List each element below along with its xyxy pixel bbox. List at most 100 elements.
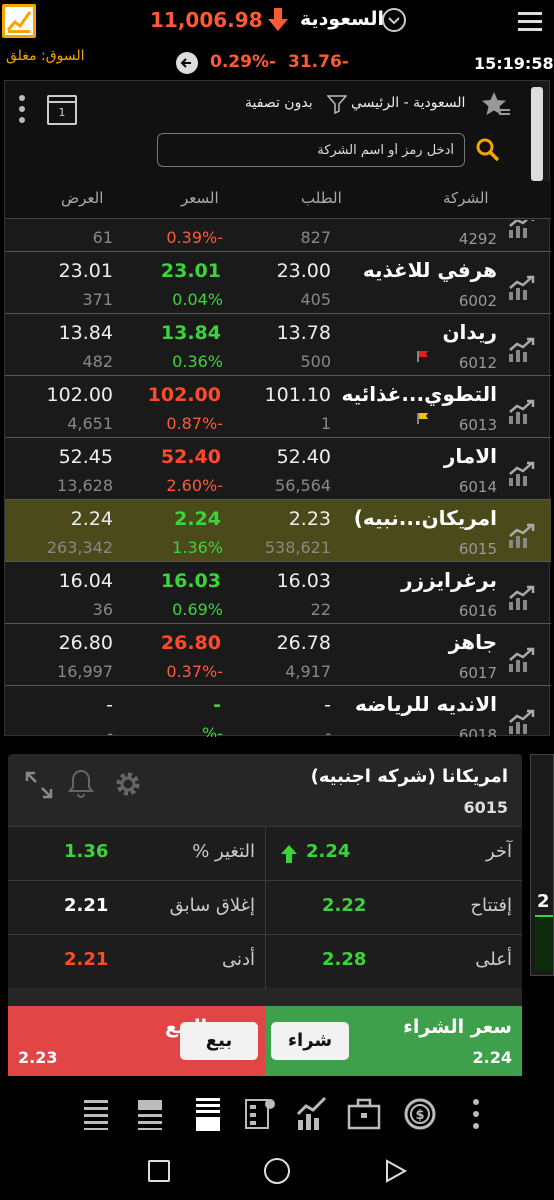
chart-trend-icon[interactable] [507, 522, 535, 550]
table-row[interactable]: 2.24 2.24 2.23 263,342 1.36% 538,621 امريكان..… [5, 500, 551, 562]
list-icon[interactable] [78, 1094, 114, 1134]
chart-trend-icon[interactable] [507, 708, 535, 736]
expand-icon[interactable] [24, 770, 54, 800]
last-price: - [213, 694, 221, 716]
company-name: التطوي...غذائيه [341, 382, 497, 406]
table-row[interactable]: 61 0.39%- 827 4292 [5, 220, 551, 252]
mini-chart [535, 915, 553, 971]
table-row[interactable]: 16.04 16.03 16.03 36 0.69% 22 برغرايززر 6016 [5, 562, 551, 624]
flag-icon [417, 351, 428, 362]
header-ask[interactable]: العرض [61, 189, 103, 207]
menu-icon[interactable] [518, 12, 542, 34]
bell-icon[interactable] [66, 768, 96, 800]
chart-trend-icon[interactable] [507, 336, 535, 364]
stat-label: إفتتاح [470, 895, 512, 916]
chart-trend-icon[interactable] [507, 646, 535, 674]
search-field[interactable] [157, 133, 465, 167]
market-name[interactable]: السعودية [300, 8, 384, 30]
svg-text:$: $ [415, 1108, 424, 1123]
stat-value: 2.21 [64, 949, 109, 970]
buy-button[interactable]: شراء [271, 1022, 349, 1060]
column-headers: الشركة الطلب السعر العرض [5, 181, 551, 219]
watchlist-name[interactable]: السعودية - الرئيسي [351, 95, 465, 111]
company-name: امريكان...نبيه) [353, 506, 497, 530]
table-row[interactable]: 102.00 102.00 101.10 4,651 0.87%- 1 التطوي...غ… [5, 376, 551, 438]
header-price[interactable]: السعر [181, 189, 219, 207]
favorites-star-icon[interactable] [481, 91, 511, 119]
stat-label: إغلاق سابق [169, 895, 255, 916]
sell-button[interactable]: بيع [180, 1022, 258, 1060]
money-cycle-icon[interactable]: $ [402, 1094, 438, 1134]
table-row[interactable]: - - - - %- - الانديه للرياضه 6018 [5, 686, 551, 737]
buy-panel: سعر الشراء 2.24 شراء [265, 1006, 522, 1076]
detail-list-icon[interactable] [190, 1094, 226, 1134]
ask-quantity: 16,997 [57, 662, 113, 681]
chart-trend-icon[interactable] [507, 584, 535, 612]
company-symbol: 6002 [458, 292, 497, 310]
company-name: الانديه للرياضه [354, 692, 497, 716]
app-logo-icon[interactable] [2, 4, 36, 38]
index-change-percent: 0.29%- [210, 52, 277, 72]
chart-trend-icon[interactable] [507, 274, 535, 302]
change-percent: 2.60%- [166, 476, 223, 495]
stat-label: أدنى [221, 949, 255, 970]
filter-label[interactable]: بدون تصفية [245, 95, 313, 111]
side-chart-tab[interactable]: 2 [530, 754, 554, 976]
compact-list-icon[interactable] [132, 1094, 168, 1134]
chart-trend-icon[interactable] [507, 398, 535, 426]
ask-quantity: 263,342 [46, 538, 113, 557]
chart-trend-icon[interactable] [507, 460, 535, 488]
stat-row: أعلى 2.28 أدنى 2.21 [8, 934, 522, 989]
sell-panel: سعر البيع 2.23 بيع [8, 1006, 265, 1076]
watchlist-header: 1 بدون تصفية السعودية - الرئيسي [5, 81, 543, 181]
arrow-up-icon [281, 845, 297, 863]
index-change-value: 31.76- [288, 52, 349, 72]
scrollbar[interactable] [531, 87, 543, 181]
ask-quantity: 36 [92, 600, 113, 619]
more-vertical-icon[interactable] [458, 1094, 494, 1134]
buy-price-label: سعر الشراء [403, 1016, 512, 1038]
table-row[interactable]: 23.01 23.01 23.00 371 0.04% 405 هرفي للاغذيه 60… [5, 252, 551, 314]
gear-icon[interactable] [112, 768, 144, 800]
chart-trend-icon[interactable] [507, 220, 535, 240]
top-bar: السوق: مغلق 11,006.98 السعودية 0.29%- 31… [0, 0, 554, 78]
last-price: 26.80 [160, 632, 221, 654]
bottom-navigation: $ [0, 1088, 554, 1142]
bid-price: 101.10 [264, 384, 331, 406]
table-row[interactable]: 52.45 52.40 52.40 13,628 2.60%- 56,564 الامار 6… [5, 438, 551, 500]
bid-quantity: 500 [300, 352, 331, 371]
company-name: جاهز [448, 630, 497, 654]
change-percent: 0.87%- [166, 414, 223, 433]
more-options-icon[interactable] [19, 95, 27, 127]
bid-quantity: 827 [300, 228, 331, 247]
stat-low: أدنى 2.21 [8, 935, 265, 989]
ask-price: 102.00 [46, 384, 113, 406]
search-icon[interactable] [475, 137, 501, 163]
stat-value: 1.36 [64, 841, 109, 862]
company-name: برغرايززر [401, 568, 497, 592]
ask-price: 13.84 [58, 322, 113, 344]
header-company[interactable]: الشركة [443, 189, 489, 207]
calendar-icon[interactable]: 1 [47, 95, 77, 125]
filter-icon[interactable] [327, 94, 347, 114]
stock-name: امريكانا (شركه اجنبيه) [310, 766, 508, 787]
settings-grid-icon[interactable] [242, 1094, 278, 1134]
stat-row: إفتتاح 2.22 إغلاق سابق 2.21 [8, 880, 522, 935]
chart-trend-icon[interactable] [294, 1094, 330, 1134]
recent-apps-icon[interactable] [148, 1160, 170, 1182]
bid-quantity: 538,621 [264, 538, 331, 557]
stat-high: أعلى 2.28 [265, 935, 522, 989]
table-row[interactable]: 13.84 13.84 13.78 482 0.36% 500 ريدان 6012 [5, 314, 551, 376]
back-arrow-icon[interactable] [176, 52, 198, 74]
last-price: 16.03 [160, 570, 221, 592]
company-name: الامار [443, 444, 497, 468]
stat-value: 2.28 [322, 949, 367, 970]
chevron-down-icon[interactable] [382, 8, 406, 32]
table-row[interactable]: 26.80 26.80 26.78 16,997 0.37%- 4,917 جاهز 6017 [5, 624, 551, 686]
back-icon[interactable] [382, 1158, 408, 1184]
last-price: 2.24 [174, 508, 221, 530]
header-bid[interactable]: الطلب [301, 189, 342, 207]
home-icon[interactable] [264, 1158, 290, 1184]
search-input[interactable] [158, 134, 464, 166]
portfolio-briefcase-icon[interactable] [346, 1094, 382, 1134]
